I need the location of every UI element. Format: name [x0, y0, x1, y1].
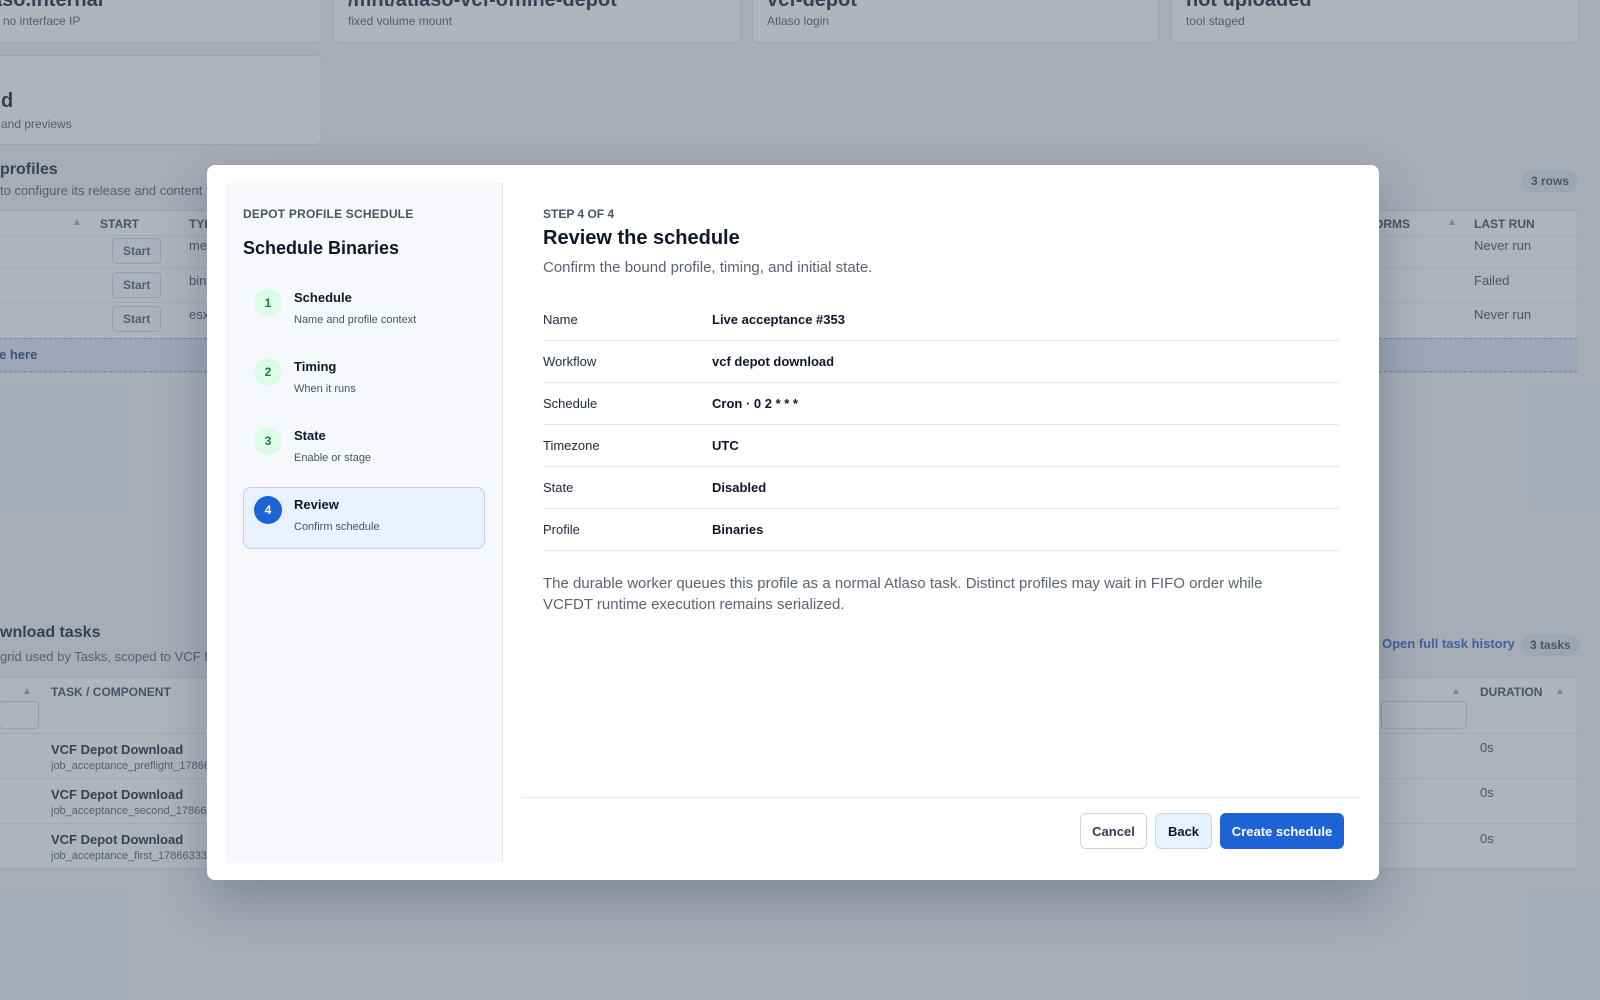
- review-key: Name: [543, 312, 578, 327]
- step-number-badge: 3: [254, 427, 282, 455]
- review-value: vcf depot download: [712, 354, 835, 369]
- review-key: Workflow: [543, 354, 597, 369]
- step-schedule[interactable]: 1 Schedule Name and profile context: [243, 280, 485, 342]
- review-value: Disabled: [712, 480, 767, 495]
- review-subtitle: Confirm the bound profile, timing, and i…: [543, 259, 873, 276]
- back-button[interactable]: Back: [1155, 813, 1212, 849]
- schedule-wizard-modal: DEPOT PROFILE SCHEDULE Schedule Binaries…: [207, 165, 1379, 880]
- review-row-timezone: Timezone UTC: [543, 425, 1339, 467]
- review-key: Profile: [543, 522, 580, 537]
- step-label: Schedule: [294, 290, 352, 305]
- review-key: Schedule: [543, 396, 598, 411]
- wizard-sidebar: DEPOT PROFILE SCHEDULE Schedule Binaries…: [225, 183, 503, 863]
- step-timing[interactable]: 2 Timing When it runs: [243, 349, 485, 411]
- review-value: Cron · 0 2 * * *: [712, 396, 798, 411]
- review-row-state: State Disabled: [543, 467, 1339, 509]
- review-row-workflow: Workflow vcf depot download: [543, 341, 1339, 383]
- wizard-eyebrow: DEPOT PROFILE SCHEDULE: [243, 207, 414, 221]
- step-description: Enable or stage: [294, 452, 372, 464]
- step-description: When it runs: [294, 383, 356, 395]
- review-value: Binaries: [712, 522, 764, 537]
- review-row-profile: Profile Binaries: [543, 509, 1339, 551]
- review-title: Review the schedule: [543, 227, 740, 249]
- step-indicator: STEP 4 OF 4: [543, 207, 615, 221]
- review-key: Timezone: [543, 438, 600, 453]
- step-label: Timing: [294, 359, 337, 374]
- step-description: Confirm schedule: [294, 521, 380, 533]
- step-review[interactable]: 4 Review Confirm schedule: [243, 487, 485, 549]
- step-label: State: [294, 428, 326, 443]
- review-row-name: Name Live acceptance #353: [543, 299, 1339, 341]
- step-number-badge: 1: [254, 289, 282, 317]
- wizard-title: Schedule Binaries: [243, 238, 400, 258]
- step-label: Review: [294, 497, 339, 512]
- create-schedule-button[interactable]: Create schedule: [1220, 813, 1344, 849]
- step-number-badge: 4: [254, 496, 282, 524]
- review-value: UTC: [712, 438, 739, 453]
- footer-divider: [521, 797, 1361, 798]
- step-number-badge: 2: [254, 358, 282, 386]
- step-state[interactable]: 3 State Enable or stage: [243, 418, 485, 480]
- review-key: State: [543, 480, 574, 495]
- review-note: The durable worker queues this profile a…: [543, 575, 1263, 613]
- wizard-content: STEP 4 OF 4 Review the schedule Confirm …: [543, 165, 1379, 880]
- review-summary-list: Name Live acceptance #353 Workflow vcf d…: [543, 299, 1339, 551]
- step-description: Name and profile context: [294, 314, 417, 326]
- review-value: Live acceptance #353: [712, 312, 845, 327]
- review-row-schedule: Schedule Cron · 0 2 * * *: [543, 383, 1339, 425]
- cancel-button[interactable]: Cancel: [1080, 813, 1147, 849]
